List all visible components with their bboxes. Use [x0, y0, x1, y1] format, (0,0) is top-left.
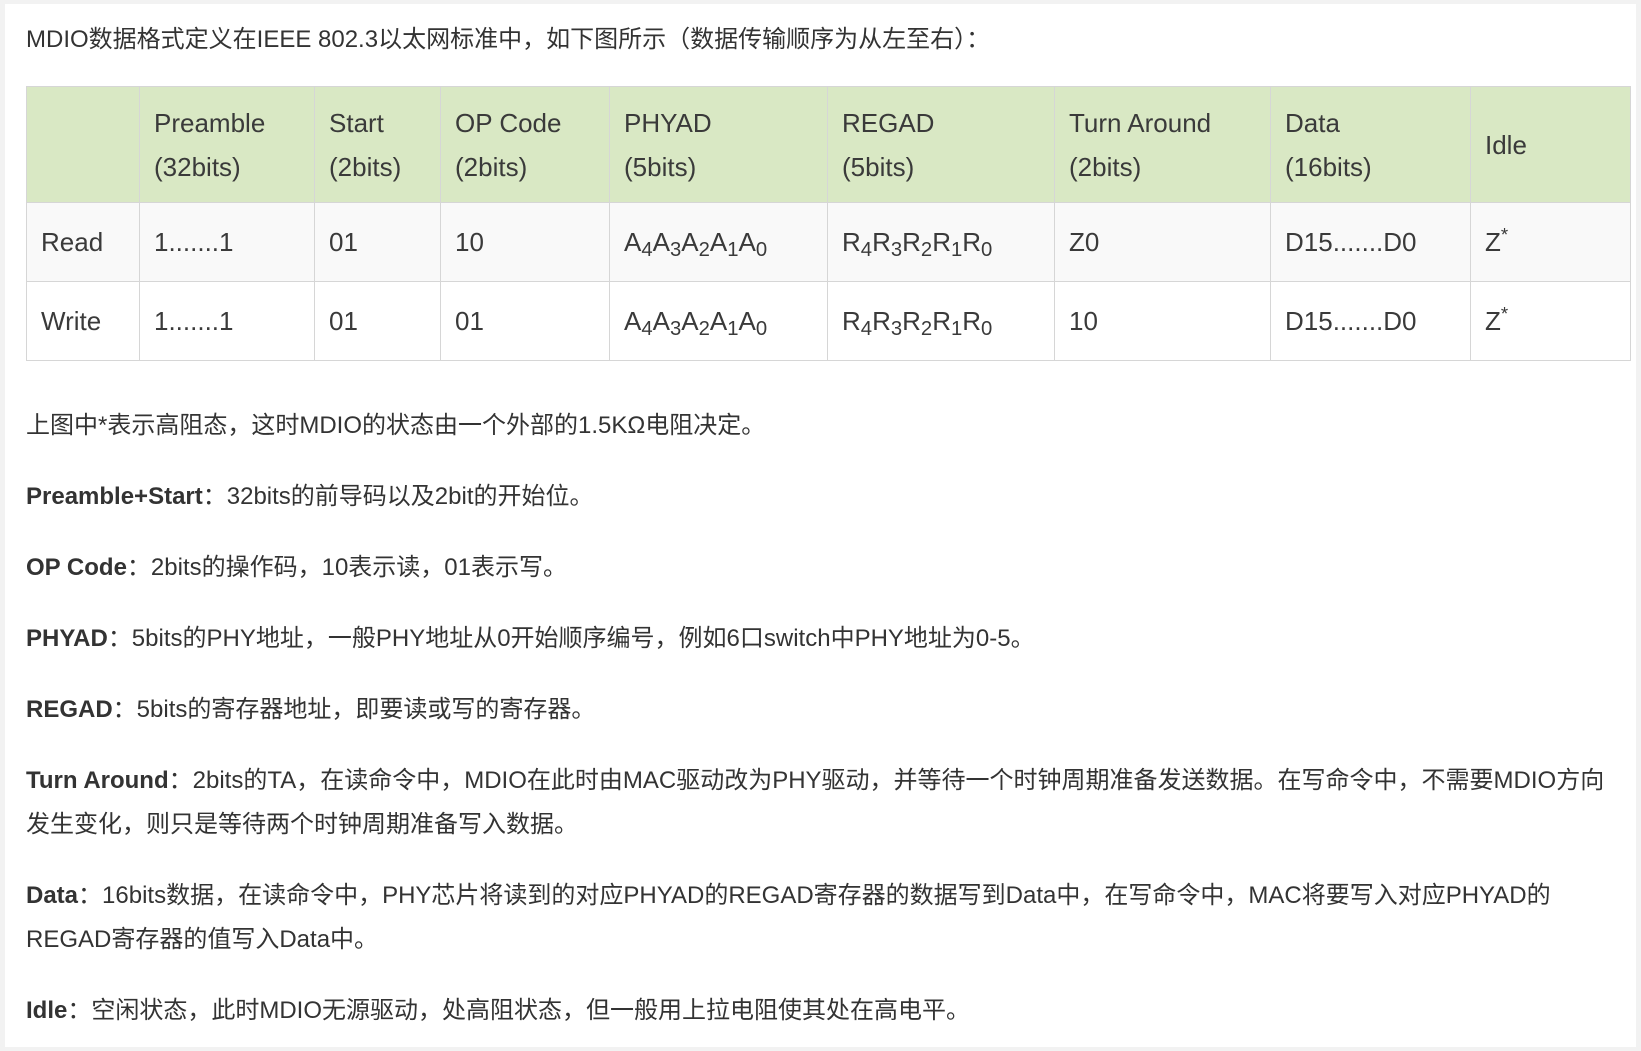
header-preamble: Preamble (32bits) [139, 86, 315, 203]
term: REGAD [26, 696, 113, 723]
description-turn-around: Turn Around：2bits的TA，在读命令中，MDIO在此时由MAC驱动… [26, 759, 1626, 847]
table-header-row: Preamble (32bits) Start (2bits) OP Code (2b… [26, 86, 1631, 203]
header-turn-around: Turn Around (2bits) [1054, 86, 1271, 203]
term: Idle [26, 997, 68, 1024]
cell-turn-around: 10 [1054, 281, 1271, 361]
term: Turn Around [26, 767, 169, 794]
header-bits: (2bits) [1069, 151, 1142, 182]
definition: ：5bits的寄存器地址，即要读或写的寄存器。 [112, 696, 596, 723]
cell-start: 01 [314, 281, 441, 361]
term: Preamble+Start [26, 483, 203, 510]
intro-text: MDIO数据格式定义在IEEE 802.3以太网标准中，如下图所示（数据传输顺序… [26, 26, 991, 53]
cell-data: D15.......D0 [1270, 281, 1471, 361]
cell-operation: Write [26, 281, 140, 361]
header-bits: (32bits) [154, 151, 241, 182]
term: Data [26, 882, 79, 909]
mdio-frame-format-table: Preamble (32bits) Start (2bits) OP Code (2b… [26, 86, 1631, 361]
cell-op-code: 10 [440, 202, 610, 282]
header-label: Data [1285, 107, 1340, 138]
header-bits: (2bits) [455, 151, 528, 182]
description-preamble-start: Preamble+Start：32bits的前导码以及2bit的开始位。 [26, 475, 1626, 519]
term: PHYAD [26, 625, 108, 652]
cell-preamble: 1.......1 [139, 281, 315, 361]
cell-start: 01 [314, 202, 441, 282]
cell-preamble: 1.......1 [139, 202, 315, 282]
cell-turn-around: Z0 [1054, 202, 1271, 282]
cell-idle: Z* [1470, 202, 1631, 282]
description-phyad: PHYAD：5bits的PHY地址，一般PHY地址从0开始顺序编号，例如6口sw… [26, 617, 1626, 661]
cell-regad: R4R3R2R1R0 [827, 281, 1055, 361]
table-row-write: Write 1.......1 01 01 A4A3A2A1A0 R4R3R2R… [26, 281, 1631, 361]
high-impedance-note: 上图中*表示高阻态，这时MDIO的状态由一个外部的1.5KΩ电阻决定。 [26, 412, 766, 439]
description-regad: REGAD：5bits的寄存器地址，即要读或写的寄存器。 [26, 688, 1626, 732]
cell-phyad: A4A3A2A1A0 [609, 281, 828, 361]
definition: ：2bits的操作码，10表示读，01表示写。 [126, 554, 568, 581]
header-corner [26, 86, 140, 203]
header-bits: (16bits) [1285, 151, 1372, 182]
header-label: PHYAD [624, 107, 712, 138]
cell-phyad: A4A3A2A1A0 [609, 202, 828, 282]
header-label: Start [329, 107, 384, 138]
definition: ：5bits的PHY地址，一般PHY地址从0开始顺序编号，例如6口switch中… [107, 625, 1035, 652]
header-label: Preamble [154, 107, 266, 138]
header-label: REGAD [842, 107, 935, 138]
definition: ：16bits数据，在读命令中，PHY芯片将读到的对应PHYAD的REGAD寄存… [26, 882, 1551, 953]
header-bits: (2bits) [329, 151, 402, 182]
header-op-code: OP Code (2bits) [440, 86, 610, 203]
cell-operation: Read [26, 202, 140, 282]
header-phyad: PHYAD (5bits) [609, 86, 828, 203]
term: OP Code [26, 554, 127, 581]
header-bits: (5bits) [842, 151, 915, 182]
cell-data: D15.......D0 [1270, 202, 1471, 282]
header-data: Data (16bits) [1270, 86, 1471, 203]
header-bits: (5bits) [624, 151, 697, 182]
definition: ：空闲状态，此时MDIO无源驱动，处高阻状态，但一般用上拉电阻使其处在高电平。 [67, 997, 971, 1024]
cell-idle: Z* [1470, 281, 1631, 361]
article-body: MDIO数据格式定义在IEEE 802.3以太网标准中，如下图所示（数据传输顺序… [5, 4, 1636, 1047]
header-idle: Idle [1470, 86, 1631, 203]
header-regad: REGAD (5bits) [827, 86, 1055, 203]
header-label: Turn Around [1069, 107, 1212, 138]
definition: ：32bits的前导码以及2bit的开始位。 [202, 483, 594, 510]
cell-regad: R4R3R2R1R0 [827, 202, 1055, 282]
table-row-read: Read 1.......1 01 10 A4A3A2A1A0 R4R3R2R1… [26, 202, 1631, 282]
header-label: Idle [1485, 129, 1527, 160]
description-idle: Idle：空闲状态，此时MDIO无源驱动，处高阻状态，但一般用上拉电阻使其处在高… [26, 989, 1626, 1033]
definition: ：2bits的TA，在读命令中，MDIO在此时由MAC驱动改为PHY驱动，并等待… [26, 767, 1605, 838]
header-label: OP Code [455, 107, 562, 138]
header-start: Start (2bits) [314, 86, 441, 203]
description-data: Data：16bits数据，在读命令中，PHY芯片将读到的对应PHYAD的REG… [26, 874, 1626, 962]
cell-op-code: 01 [440, 281, 610, 361]
description-op-code: OP Code：2bits的操作码，10表示读，01表示写。 [26, 546, 1626, 590]
